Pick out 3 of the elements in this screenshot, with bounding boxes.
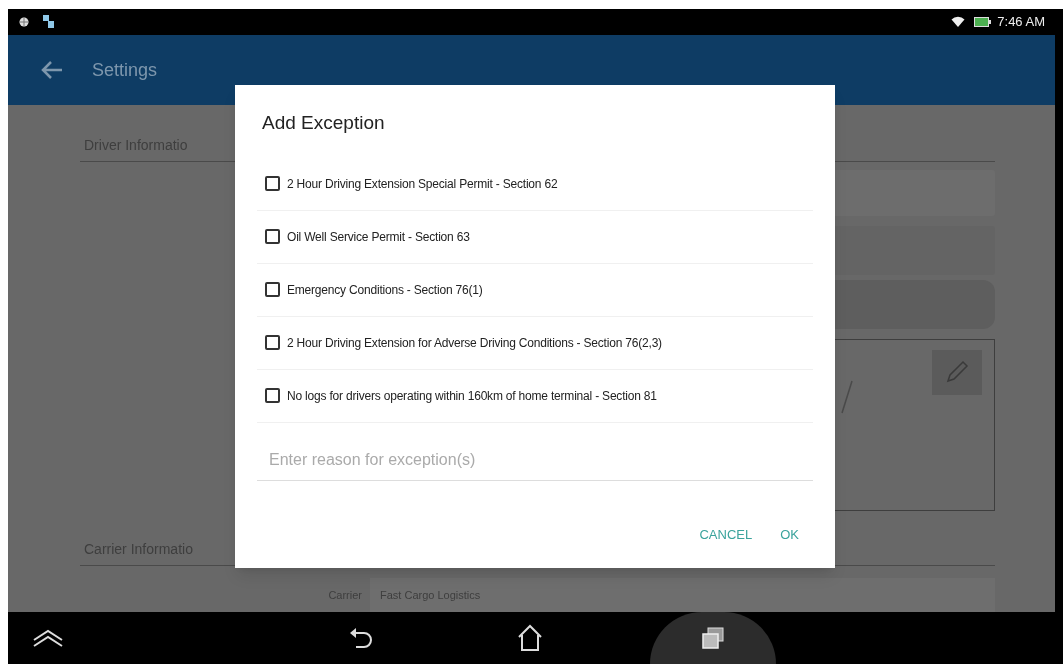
dialog-title: Add Exception [262, 111, 386, 135]
clock-time: 7:46 AM [997, 13, 1045, 32]
app-title: Settings [92, 58, 158, 82]
